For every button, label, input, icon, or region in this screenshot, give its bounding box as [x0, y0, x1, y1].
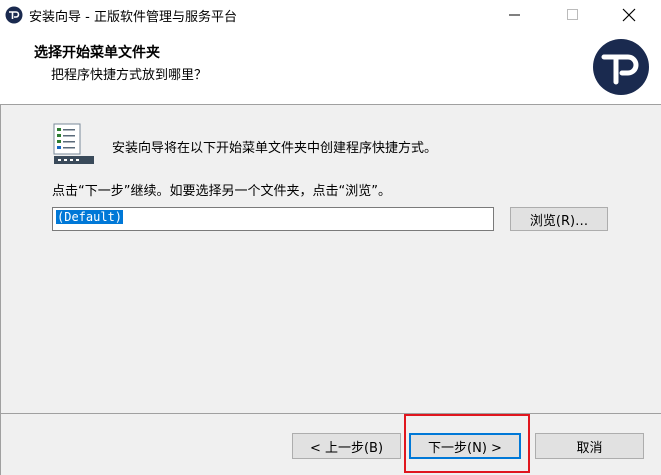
gp-logo-icon: [5, 6, 23, 24]
title-bar[interactable]: 安装向导 - 正版软件管理与服务平台: [0, 0, 661, 30]
start-menu-list-icon: [53, 123, 94, 164]
wizard-content: 安装向导将在以下开始菜单文件夹中创建程序快捷方式。 点击“下一步”继续。如要选择…: [0, 105, 661, 413]
close-icon: [622, 8, 636, 22]
installer-window: 安装向导 - 正版软件管理与服务平台 选择开始菜单文件夹 把程序快捷方式放到哪里…: [0, 0, 661, 475]
page-subtitle: 把程序快捷方式放到哪里？: [51, 68, 208, 83]
maximize-button[interactable]: [550, 0, 596, 30]
window-title: 安装向导 - 正版软件管理与服务平台: [29, 10, 237, 25]
intro-text: 安装向导将在以下开始菜单文件夹中创建程序快捷方式。: [112, 141, 438, 156]
start-menu-folder-input[interactable]: (Default): [52, 207, 494, 231]
cancel-button[interactable]: 取消: [535, 433, 644, 459]
maximize-icon: [567, 9, 578, 20]
page-title: 选择开始菜单文件夹: [34, 45, 160, 61]
footer-divider: [0, 413, 661, 414]
close-button[interactable]: [606, 0, 652, 30]
wizard-header: 选择开始菜单文件夹 把程序快捷方式放到哪里？: [0, 30, 661, 105]
minimize-button[interactable]: [492, 0, 538, 30]
back-button[interactable]: < 上一步(B): [292, 433, 401, 459]
gp-logo: [593, 39, 649, 95]
folder-input-value: (Default): [56, 210, 124, 224]
minimize-icon: [509, 14, 520, 16]
next-button-highlight: [404, 414, 530, 473]
browse-button[interactable]: 浏览(R)…: [510, 207, 608, 231]
instruction-text: 点击“下一步”继续。如要选择另一个文件夹，点击“浏览”。: [52, 184, 391, 199]
